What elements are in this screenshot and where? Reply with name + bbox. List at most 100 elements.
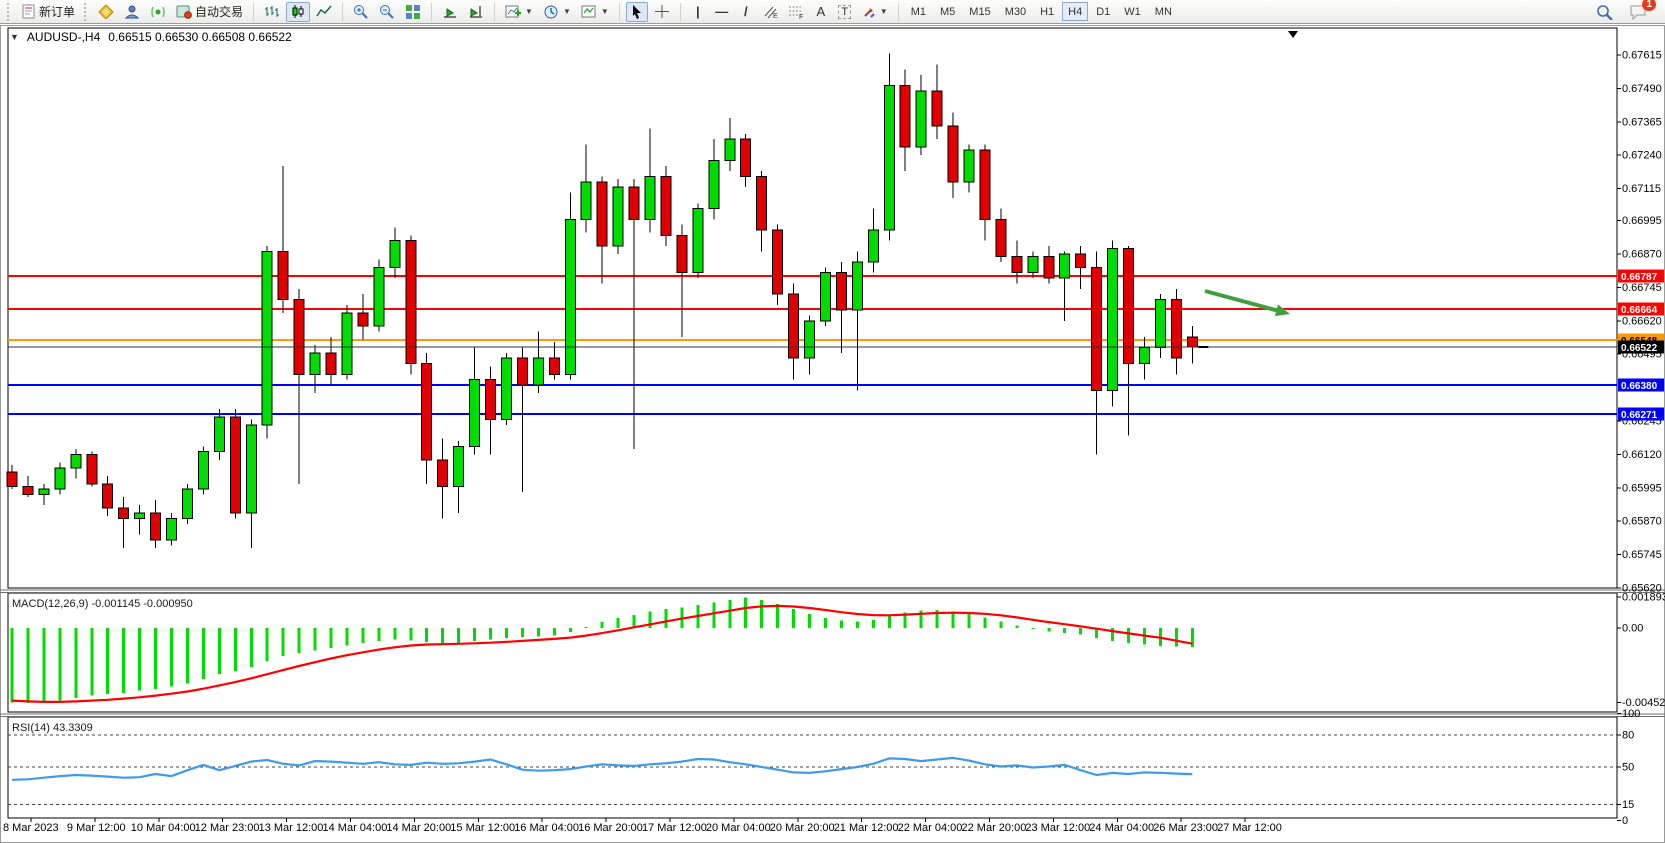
- chart-window[interactable]: ▼ AUDUSD-,H4 0.66515 0.66530 0.66508 0.6…: [0, 25, 1665, 843]
- timeframe-button-mn[interactable]: MN: [1149, 2, 1178, 21]
- periods-button[interactable]: ▼: [539, 2, 575, 22]
- clock-icon: [543, 4, 559, 19]
- signal-icon: [150, 4, 166, 19]
- time-axis: 8 Mar 20239 Mar 12:0010 Mar 04:0012 Mar …: [3, 818, 1282, 834]
- timeframe-button-m1[interactable]: M1: [905, 2, 932, 21]
- indicators-button[interactable]: ▼: [501, 2, 537, 22]
- svg-text:0.66620: 0.66620: [1622, 315, 1662, 327]
- svg-text:16 Mar 20:00: 16 Mar 20:00: [578, 822, 643, 834]
- svg-text:23 Mar 12:00: 23 Mar 12:00: [1025, 822, 1090, 834]
- zoom-in-icon: [353, 4, 369, 19]
- svg-text:9 Mar 12:00: 9 Mar 12:00: [67, 822, 126, 834]
- fibonacci-icon: F: [788, 4, 804, 19]
- one-click-trading-expander[interactable]: ▼: [10, 32, 19, 42]
- toolbar-grip2[interactable]: [84, 3, 89, 21]
- svg-text:8 Mar 2023: 8 Mar 2023: [3, 822, 59, 834]
- toolbar-separator: [431, 3, 432, 21]
- templates-button[interactable]: ▼: [577, 2, 613, 22]
- timeframe-button-d1[interactable]: D1: [1090, 2, 1116, 21]
- svg-text:14 Mar 20:00: 14 Mar 20:00: [386, 822, 451, 834]
- search-button[interactable]: [1592, 2, 1617, 22]
- channel-tool-button[interactable]: E: [759, 2, 782, 22]
- auto-trading-icon: [176, 4, 192, 19]
- new-order-button[interactable]: 新订单: [17, 2, 79, 22]
- hline-tool-button[interactable]: —: [711, 2, 733, 22]
- svg-text:21 Mar 12:00: 21 Mar 12:00: [834, 822, 899, 834]
- macd-panel-frame: [8, 593, 1617, 712]
- bar-chart-mode-button[interactable]: [260, 2, 284, 22]
- arrows-tool-button[interactable]: ▼: [858, 2, 892, 22]
- auto-scroll-button[interactable]: [438, 2, 462, 22]
- candlestick-icon: [290, 4, 306, 19]
- vline-tool-button[interactable]: |: [687, 2, 709, 22]
- svg-text:0.66120: 0.66120: [1622, 449, 1662, 461]
- trendline-tool-button[interactable]: /: [735, 2, 757, 22]
- svg-text:80: 80: [1622, 729, 1634, 741]
- notifications-button[interactable]: 1: [1625, 2, 1651, 22]
- svg-text:E: E: [773, 13, 778, 19]
- timeframe-button-m5[interactable]: M5: [934, 2, 961, 21]
- toolbar-separator: [253, 3, 254, 21]
- macd-indicator-label: MACD(12,26,9) -0.001145 -0.000950: [12, 598, 193, 610]
- timeframe-button-m15[interactable]: M15: [963, 2, 996, 21]
- svg-text:16 Mar 04:00: 16 Mar 04:00: [514, 822, 579, 834]
- zoom-in-button[interactable]: [349, 2, 373, 22]
- svg-text:22 Mar 04:00: 22 Mar 04:00: [898, 822, 963, 834]
- svg-text:15: 15: [1622, 799, 1634, 811]
- accounts-button[interactable]: [120, 2, 144, 22]
- auto-trading-button[interactable]: 自动交易: [172, 2, 247, 22]
- templates-icon: [581, 4, 597, 19]
- svg-text:0.66522: 0.66522: [1621, 343, 1658, 354]
- svg-text:0.67490: 0.67490: [1622, 83, 1662, 95]
- svg-text:0.65995: 0.65995: [1622, 482, 1662, 494]
- svg-text:13 Mar 12:00: 13 Mar 12:00: [259, 822, 324, 834]
- svg-text:27 Mar 12:00: 27 Mar 12:00: [1217, 822, 1282, 834]
- market-watch-button[interactable]: [94, 2, 118, 22]
- timeframe-button-h1[interactable]: H1: [1034, 2, 1060, 21]
- auto-scroll-icon: [442, 4, 458, 19]
- svg-text:100: 100: [1622, 708, 1640, 720]
- svg-text:0.66787: 0.66787: [1621, 272, 1658, 283]
- svg-text:26 Mar 23:00: 26 Mar 23:00: [1153, 822, 1218, 834]
- line-chart-mode-button[interactable]: [312, 2, 336, 22]
- chart-shift-button[interactable]: [464, 2, 488, 22]
- svg-text:14 Mar 04:00: 14 Mar 04:00: [323, 822, 388, 834]
- svg-text:50: 50: [1622, 762, 1634, 774]
- candlestick-mode-button[interactable]: [286, 2, 310, 22]
- zoom-out-icon: [379, 4, 395, 19]
- fibonacci-tool-button[interactable]: F: [784, 2, 808, 22]
- search-icon: [1596, 4, 1613, 20]
- tile-windows-button[interactable]: [401, 2, 425, 22]
- signals-button[interactable]: [146, 2, 170, 22]
- svg-text:20 Mar 20:00: 20 Mar 20:00: [770, 822, 835, 834]
- chart-shift-icon: [468, 4, 484, 19]
- svg-text:22 Mar 20:00: 22 Mar 20:00: [962, 822, 1027, 834]
- svg-text:0.001893: 0.001893: [1622, 591, 1665, 603]
- cursor-tool-button[interactable]: [626, 2, 648, 22]
- svg-text:0.67615: 0.67615: [1622, 50, 1662, 62]
- chart-shift-marker[interactable]: [1288, 31, 1298, 38]
- svg-text:0.66271: 0.66271: [1621, 410, 1658, 421]
- crosshair-icon: [654, 4, 670, 19]
- new-order-label: 新订单: [39, 3, 75, 20]
- text-label-tool-button[interactable]: T: [834, 2, 856, 22]
- zoom-out-button[interactable]: [375, 2, 399, 22]
- svg-text:10 Mar 04:00: 10 Mar 04:00: [131, 822, 196, 834]
- text-tool-button[interactable]: A: [810, 2, 832, 22]
- svg-text:0.66745: 0.66745: [1622, 282, 1662, 294]
- trend-arrow-annotation[interactable]: [1205, 291, 1290, 316]
- indicators-icon: [505, 4, 521, 19]
- crosshair-tool-button[interactable]: [650, 2, 674, 22]
- svg-text:0.66380: 0.66380: [1621, 381, 1658, 392]
- bar-chart-icon: [264, 4, 280, 19]
- chart-surface[interactable]: 0.676150.674900.673650.672400.671150.669…: [0, 25, 1665, 843]
- candles-layer: [7, 54, 1197, 548]
- ohlc-quote-label: 0.66515 0.66530 0.66508 0.66522: [108, 30, 292, 44]
- toolbar-separator: [619, 3, 620, 21]
- timeframe-button-m30[interactable]: M30: [999, 2, 1032, 21]
- toolbar-separator: [680, 3, 681, 21]
- timeframe-button-h4[interactable]: H4: [1062, 2, 1088, 21]
- timeframe-button-w1[interactable]: W1: [1118, 2, 1147, 21]
- toolbar-grip[interactable]: [7, 3, 12, 21]
- cursor-icon: [630, 4, 644, 19]
